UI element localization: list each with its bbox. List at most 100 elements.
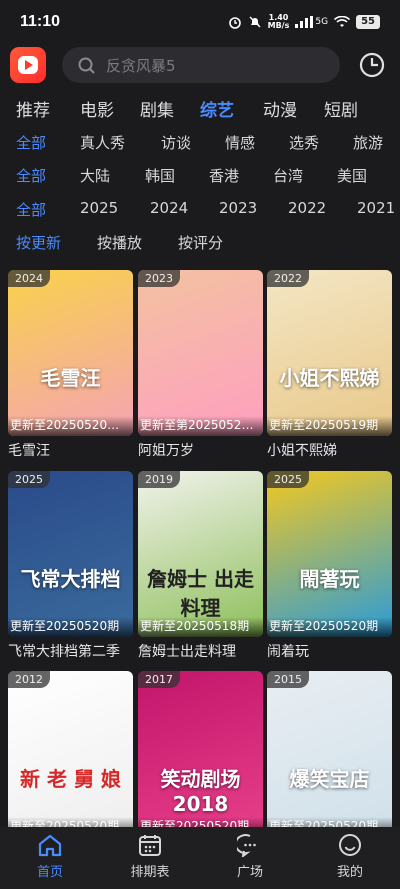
poster-art-text: 詹姆士 出走料理	[147, 567, 254, 620]
filter-type-interview[interactable]: 访谈	[161, 132, 191, 153]
search-bar[interactable]	[62, 47, 340, 85]
wifi-icon	[334, 16, 351, 27]
show-card[interactable]: 毛雪汪 2024 更新至20250520… 毛雪汪	[8, 270, 133, 460]
net-type: 5G	[315, 17, 329, 27]
filter-type-all[interactable]: 全部	[16, 132, 46, 153]
update-status: 更新至第2025052…	[138, 416, 263, 436]
filter-region-hongkong[interactable]: 香港	[209, 165, 239, 186]
filter-type-row: 全部 真人秀 访谈 情感 选秀 旅游	[0, 132, 400, 156]
year-badge: 2019	[138, 471, 180, 488]
signal-icon	[295, 16, 314, 28]
filter-region-korea[interactable]: 韩国	[145, 165, 175, 186]
sort-by-update[interactable]: 按更新	[16, 232, 61, 253]
year-badge: 2024	[8, 270, 50, 287]
tab-short-drama[interactable]: 短剧	[324, 96, 358, 121]
net-speed: 1.40 MB/s	[267, 13, 290, 30]
filter-region-row: 全部 大陆 韩国 香港 台湾 美国	[0, 165, 400, 189]
filter-type-talent[interactable]: 选秀	[289, 132, 319, 153]
nav-home-label: 首页	[36, 865, 63, 880]
filter-year-2024[interactable]: 2024	[150, 199, 188, 217]
search-input[interactable]	[104, 47, 328, 85]
filter-region-taiwan[interactable]: 台湾	[273, 165, 303, 186]
year-badge: 2012	[8, 671, 50, 688]
nav-home[interactable]: 首页	[15, 833, 85, 880]
nav-schedule-label: 排期表	[130, 865, 170, 880]
history-icon[interactable]	[358, 51, 386, 79]
poster-art-text: 閙著玩	[299, 567, 360, 591]
nav-square[interactable]: 广场	[215, 833, 285, 880]
update-status: 更新至20250519期	[267, 416, 392, 436]
update-status: 更新至20250520期	[8, 617, 133, 637]
show-poster[interactable]: 新 老 舅 娘 2012 更新至20250520期	[8, 671, 133, 837]
show-poster[interactable]: 笑动剧场 2018 2017 更新至20250520期	[138, 671, 263, 837]
update-status: 更新至20250520…	[8, 416, 133, 436]
tab-anime[interactable]: 动漫	[263, 96, 297, 121]
show-poster[interactable]: 詹姆士 出走料理 2019 更新至20250518期	[138, 471, 263, 637]
poster-art-text: 爆笑宝店	[289, 767, 370, 791]
app-logo[interactable]	[10, 47, 46, 83]
show-poster[interactable]: 爆笑宝店 2015 更新至20250520期	[267, 671, 392, 837]
nav-schedule[interactable]: 排期表	[115, 833, 185, 880]
filter-year-all[interactable]: 全部	[16, 199, 46, 220]
show-poster[interactable]: 2023 更新至第2025052…	[138, 270, 263, 436]
filter-type-emotion[interactable]: 情感	[225, 132, 255, 153]
show-title[interactable]: 小姐不熙娣	[267, 440, 392, 460]
year-badge: 2023	[138, 270, 180, 287]
clock: 11:10	[20, 13, 61, 30]
filter-region-all[interactable]: 全部	[16, 165, 46, 186]
tab-series[interactable]: 剧集	[140, 96, 174, 121]
bottom-nav: 首页 排期表 广场 我的	[0, 827, 400, 889]
filter-region-usa[interactable]: 美国	[337, 165, 367, 186]
poster-art-text: 笑动剧场 2018	[160, 767, 241, 816]
chat-icon	[237, 834, 256, 857]
search-icon	[78, 57, 95, 74]
show-poster[interactable]: 閙著玩 2025 更新至20250520期	[267, 471, 392, 637]
filter-type-reality[interactable]: 真人秀	[80, 132, 125, 153]
nav-me[interactable]: 我的	[315, 833, 385, 880]
filter-type-travel[interactable]: 旅游	[353, 132, 383, 153]
mute-icon	[249, 16, 261, 28]
show-title[interactable]: 飞常大排档第二季	[8, 641, 133, 661]
tab-movie[interactable]: 电影	[80, 96, 114, 121]
show-poster[interactable]: 毛雪汪 2024 更新至20250520…	[8, 270, 133, 436]
show-card[interactable]: 飞常大排档 2025 更新至20250520期飞常大排档第二季	[8, 471, 133, 661]
show-poster[interactable]: 小姐不熙娣 2022 更新至20250519期	[267, 270, 392, 436]
show-card[interactable]: 新 老 舅 娘 2012 更新至20250520期	[8, 671, 133, 841]
show-title[interactable]: 阿姐万岁	[138, 440, 263, 460]
tab-variety[interactable]: 综艺	[200, 96, 234, 121]
profile-icon	[339, 834, 361, 856]
calendar-icon	[139, 835, 161, 856]
filter-year-2021[interactable]: 2021	[357, 199, 395, 217]
poster-art-text: 新 老 舅 娘	[20, 767, 121, 791]
nav-me-label: 我的	[336, 865, 363, 880]
category-tabs: 推荐 电影 剧集 综艺 动漫 短剧	[0, 96, 400, 124]
filter-year-2025[interactable]: 2025	[80, 199, 118, 217]
show-title[interactable]: 闹着玩	[267, 641, 392, 661]
sort-row: 按更新 按播放 按评分	[0, 232, 400, 256]
filter-region-mainland[interactable]: 大陆	[80, 165, 110, 186]
tab-recommend[interactable]: 推荐	[16, 96, 50, 121]
filter-year-2023[interactable]: 2023	[219, 199, 257, 217]
year-badge: 2025	[267, 471, 309, 488]
show-card[interactable]: 小姐不熙娣 2022 更新至20250519期 小姐不熙娣	[267, 270, 392, 460]
show-card[interactable]: 爆笑宝店 2015 更新至20250520期	[267, 671, 392, 841]
show-poster[interactable]: 飞常大排档 2025 更新至20250520期	[8, 471, 133, 637]
status-bar: 11:10 1.40 MB/s 5G 55	[0, 0, 400, 46]
show-card[interactable]: 2023 更新至第2025052… 阿姐万岁	[138, 270, 263, 460]
filter-year-2022[interactable]: 2022	[288, 199, 326, 217]
alarm-icon	[228, 17, 241, 29]
show-card[interactable]: 閙著玩 2025 更新至20250520期 闹着玩	[267, 471, 392, 661]
status-icons: 1.40 MB/s 5G 55	[228, 14, 380, 30]
show-card[interactable]: 笑动剧场 2018 2017 更新至20250520期	[138, 671, 263, 841]
year-badge: 2015	[267, 671, 309, 688]
show-title[interactable]: 詹姆士出走料理	[138, 641, 263, 661]
poster-art-text: 小姐不熙娣	[279, 366, 380, 390]
sort-by-play[interactable]: 按播放	[97, 232, 142, 253]
sort-by-rating[interactable]: 按评分	[178, 232, 223, 253]
poster-art-text: 毛雪汪	[40, 366, 101, 390]
show-title[interactable]: 毛雪汪	[8, 440, 133, 460]
show-card[interactable]: 詹姆士 出走料理 2019 更新至20250518期 詹姆士出走料理	[138, 471, 263, 661]
year-badge: 2022	[267, 270, 309, 287]
update-status: 更新至20250518期	[138, 617, 263, 637]
nav-square-label: 广场	[236, 865, 263, 880]
